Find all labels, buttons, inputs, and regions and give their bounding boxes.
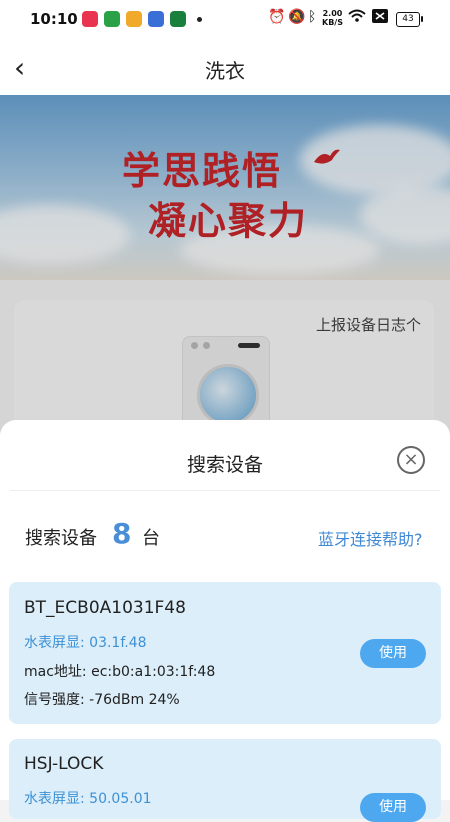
battery-icon: 43 bbox=[396, 12, 420, 27]
device-name: HSJ-LOCK bbox=[24, 754, 104, 774]
oppo-icon bbox=[170, 11, 186, 27]
use-device-button[interactable]: 使用 bbox=[360, 639, 426, 668]
network-speed: 2.00 KB/S bbox=[322, 9, 343, 27]
sheet-title: 搜索设备 bbox=[186, 454, 263, 476]
divider bbox=[10, 490, 440, 491]
bluetooth-icon: ᛒ bbox=[308, 9, 317, 25]
search-count-value: 8 bbox=[112, 517, 132, 550]
notification-dot-icon bbox=[197, 17, 202, 22]
search-count-label: 搜索设备 bbox=[25, 528, 97, 549]
use-device-button[interactable]: 使用 bbox=[360, 793, 426, 822]
battery-tip bbox=[421, 16, 423, 22]
sim-icon bbox=[372, 9, 388, 27]
close-icon[interactable]: × bbox=[397, 446, 425, 474]
video-app-icon bbox=[82, 11, 98, 27]
page-title: 洗衣 bbox=[205, 59, 245, 83]
alarm-icon: ⏰ bbox=[268, 9, 286, 25]
device-name: BT_ECB0A1031F48 bbox=[24, 598, 186, 618]
device-mac: mac地址: ec:b0:a1:03:1f:48 bbox=[24, 664, 216, 680]
device-signal: 信号强度: -76dBm 24% bbox=[24, 692, 180, 708]
search-count-unit: 台 bbox=[142, 528, 160, 549]
bluetooth-help-link[interactable]: 蓝牙连接帮助? bbox=[318, 526, 423, 550]
weibo-icon bbox=[126, 11, 142, 27]
status-time: 10:10 bbox=[30, 10, 78, 28]
device-screen-display: 水表屏显: 03.1f.48 bbox=[24, 635, 147, 651]
mute-icon: 🔕 bbox=[288, 9, 306, 25]
wechat-icon bbox=[104, 11, 120, 27]
wifi-icon bbox=[348, 9, 366, 27]
baidu-icon bbox=[148, 11, 164, 27]
device-screen-display: 水表屏显: 50.05.01 bbox=[24, 791, 152, 807]
